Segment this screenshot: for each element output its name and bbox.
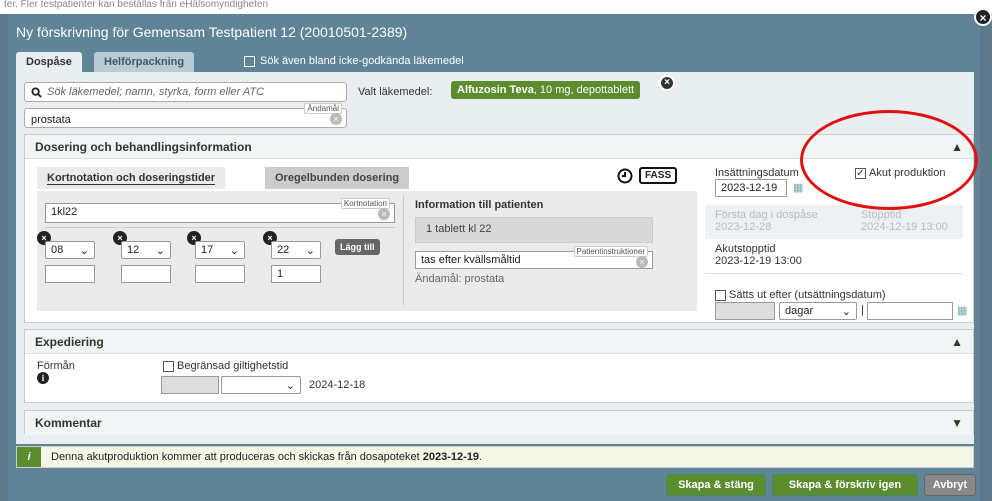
- patient-info-text: 1 tablett kl 22: [415, 217, 653, 243]
- acute-production-checkbox[interactable]: ✓ Akut produktion: [855, 167, 945, 179]
- selected-drug-pill: Alfuzosin Teva, 10 mg, depottablett: [451, 81, 641, 99]
- patient-instructions-input[interactable]: Patientinstruktioner tas efter kvällsmål…: [415, 246, 653, 269]
- stop-time-value: 2024-12-19 13:00: [861, 221, 948, 233]
- withdraw-date-input[interactable]: [867, 302, 953, 320]
- selected-drug-label: Valt läkemedel:: [358, 86, 433, 98]
- divider: [45, 227, 395, 228]
- stop-time-label: Stopptid: [861, 209, 902, 221]
- acute-stop-label: Akutstopptid: [715, 243, 776, 255]
- tab-helforpackning[interactable]: Helförpackning: [94, 52, 195, 72]
- cancel-button[interactable]: Avbryt: [924, 474, 976, 496]
- limited-validity-checkbox[interactable]: Begränsad giltighetstid: [163, 360, 288, 372]
- amount-input-3[interactable]: [195, 265, 245, 283]
- patient-info-title: Information till patienten: [415, 199, 544, 211]
- comment-panel: Kommentar ▼: [24, 410, 974, 435]
- time-select-1[interactable]: 08 ⌄: [45, 241, 95, 259]
- prescription-dialog: Ny förskrivning för Gemensam Testpatient…: [8, 14, 980, 501]
- include-unapproved-label: Sök även bland icke-godkända läkemedel: [260, 55, 464, 67]
- time-select-3[interactable]: 17 ⌄: [195, 241, 245, 259]
- validity-date: 2024-12-18: [309, 379, 366, 391]
- start-date-label: Insättningsdatum: [715, 167, 799, 179]
- tab-irregular-dosing[interactable]: Oregelbunden dosering: [265, 167, 410, 189]
- instructions-tag: Patientinstruktioner: [573, 246, 648, 257]
- acute-info-text: Denna akutproduktion kommer att producer…: [51, 451, 483, 463]
- validity-unit-select[interactable]: ⌄: [221, 376, 301, 394]
- add-time-button[interactable]: Lägg till: [335, 239, 380, 255]
- tab-short-notation[interactable]: Kortnotation och doseringstider: [37, 167, 226, 189]
- separator: |: [861, 304, 864, 316]
- purpose-value: prostata: [31, 114, 71, 126]
- dispensing-panel: Expediering ▲ Förmån i Begränsad giltighe…: [24, 329, 974, 403]
- tab-dospase[interactable]: Dospåse: [16, 52, 82, 72]
- purpose-text: Ändamål: prostata: [415, 273, 505, 285]
- checked-icon[interactable]: ✓: [855, 167, 866, 179]
- checkbox-icon[interactable]: [244, 55, 255, 67]
- clear-short-notation-icon[interactable]: ×: [378, 208, 390, 220]
- clock-icon[interactable]: [617, 168, 633, 184]
- acute-stop-value: 2023-12-19 13:00: [715, 255, 802, 267]
- dose-area: Kortnotation 1kl22 × × 08 ⌄ × 12 ⌄ × 17 ⌄ ×: [37, 191, 697, 311]
- info-icon: i: [17, 447, 41, 467]
- time-select-4[interactable]: 22 ⌄: [271, 241, 321, 259]
- first-day-label: Första dag i dospåse: [715, 209, 818, 221]
- clear-instructions-icon[interactable]: ×: [636, 256, 648, 268]
- withdraw-unit-select[interactable]: dagar ⌄: [779, 302, 857, 320]
- dosing-header[interactable]: Dosering och behandlingsinformation ▲: [25, 135, 973, 159]
- validity-count-input[interactable]: [161, 376, 219, 394]
- divider: [705, 273, 963, 274]
- dialog-title: Ny förskrivning för Gemensam Testpatient…: [16, 24, 408, 40]
- dosing-panel: Dosering och behandlingsinformation ▲ Kor…: [24, 134, 974, 323]
- collapse-up-icon[interactable]: ▲: [951, 135, 963, 159]
- acute-info-banner: i Denna akutproduktion kommer att produc…: [16, 446, 974, 468]
- expand-down-icon[interactable]: ▼: [951, 411, 963, 435]
- start-date-input[interactable]: 2023-12-19: [715, 179, 787, 197]
- amount-input-4[interactable]: 1: [271, 265, 321, 283]
- checkbox-icon[interactable]: [715, 289, 726, 301]
- search-placeholder: Sök läkemedel; namn, styrka, form eller …: [47, 86, 265, 98]
- background-notice: ter. Fler testpatienter kan beställas fr…: [0, 0, 992, 14]
- dispensing-header[interactable]: Expediering ▲: [25, 330, 973, 354]
- close-icon[interactable]: ×: [974, 8, 992, 26]
- drug-search-input[interactable]: Sök läkemedel; namn, styrka, form eller …: [24, 82, 347, 102]
- divider: [403, 195, 404, 305]
- checkbox-icon[interactable]: [163, 360, 174, 372]
- info-icon[interactable]: i: [37, 372, 49, 384]
- withdraw-checkbox[interactable]: Sätts ut efter (utsättningsdatum): [715, 289, 886, 301]
- calendar-icon[interactable]: ▦: [793, 181, 803, 194]
- create-close-button[interactable]: Skapa & stäng: [666, 474, 766, 496]
- create-again-button[interactable]: Skapa & förskriv igen: [772, 474, 918, 496]
- clear-purpose-icon[interactable]: ×: [330, 113, 342, 125]
- calendar-icon[interactable]: ▦: [957, 304, 967, 317]
- main-panel: Sök läkemedel; namn, styrka, form eller …: [16, 72, 974, 444]
- purpose-field[interactable]: Ändamål prostata ×: [24, 103, 347, 128]
- search-icon: [31, 86, 42, 98]
- short-notation-input[interactable]: Kortnotation 1kl22 ×: [45, 198, 395, 223]
- include-unapproved-checkbox[interactable]: Sök även bland icke-godkända läkemedel: [244, 55, 464, 67]
- first-day-value: 2023-12-28: [715, 221, 772, 233]
- fass-button[interactable]: FASS: [639, 167, 678, 184]
- amount-input-1[interactable]: [45, 265, 95, 283]
- benefit-label: Förmån: [37, 360, 75, 372]
- collapse-up-icon[interactable]: ▲: [951, 330, 963, 354]
- time-select-2[interactable]: 12 ⌄: [121, 241, 171, 259]
- comment-header[interactable]: Kommentar ▼: [25, 411, 973, 435]
- remove-drug-icon[interactable]: ×: [659, 75, 675, 91]
- amount-input-2[interactable]: [121, 265, 171, 283]
- dospase-info: Första dag i dospåse 2023-12-28 Stopptid…: [705, 205, 963, 239]
- withdraw-count-input[interactable]: [715, 302, 775, 320]
